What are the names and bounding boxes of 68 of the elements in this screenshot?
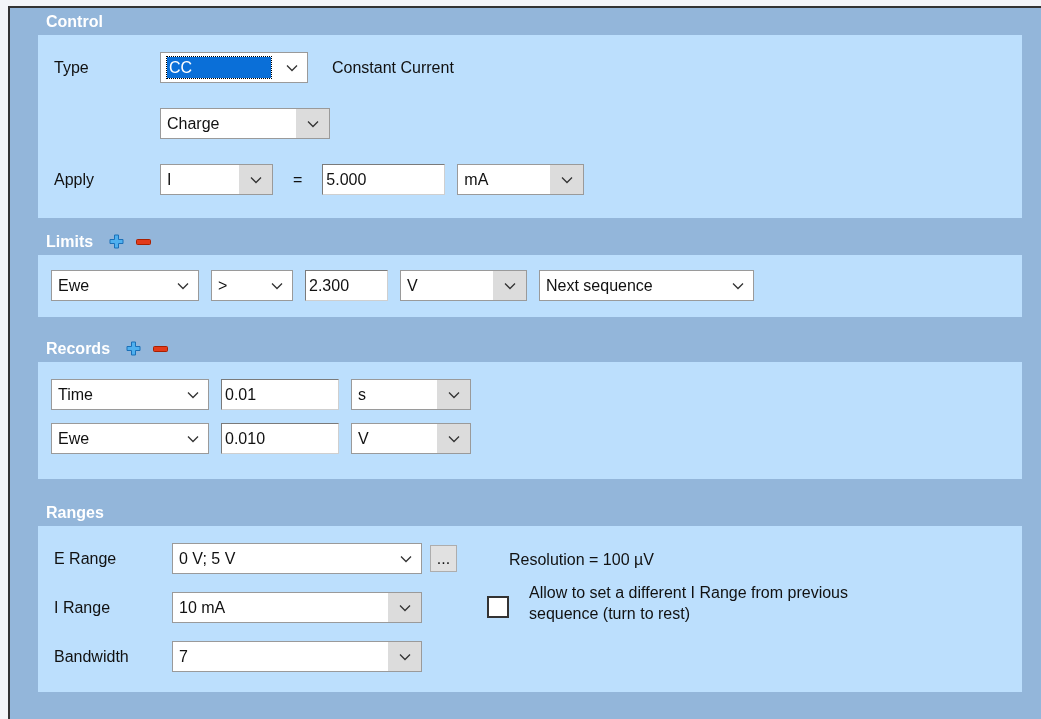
chevron-icon: [187, 390, 199, 399]
dropdown-value: Ewe: [58, 428, 90, 449]
dropdown-value: Charge: [167, 113, 220, 134]
chevron-icon: [187, 434, 199, 443]
dropdown-value: >: [218, 275, 228, 296]
field-label: I Range: [54, 597, 112, 618]
dropdown[interactable]: CC: [160, 52, 308, 83]
chevron-icon: [249, 175, 262, 184]
chevron-icon: [398, 652, 411, 661]
chevron-icon: [447, 434, 460, 443]
dropdown[interactable]: 7: [172, 641, 422, 672]
dropdown-value: s: [358, 384, 366, 405]
field-label: Apply: [54, 170, 95, 188]
browse-button[interactable]: ...: [430, 545, 457, 572]
field-label: Bandwidth: [54, 646, 130, 667]
equals-sign: =: [293, 169, 303, 190]
add-icon[interactable]: [109, 234, 125, 249]
input-field[interactable]: 0.010: [221, 423, 339, 454]
chevron-icon: [560, 175, 573, 184]
chevron-icon: [286, 63, 298, 72]
checkbox[interactable]: [487, 596, 509, 618]
dropdown[interactable]: 0 V; 5 V: [172, 543, 422, 574]
dropdown[interactable]: Charge: [160, 108, 330, 139]
input-field[interactable]: 2.300: [305, 270, 388, 301]
dropdown[interactable]: >: [211, 270, 293, 301]
chevron-icon: [503, 281, 516, 290]
section-title: Control: [46, 11, 103, 32]
section-title: Limits: [46, 231, 94, 252]
dropdown[interactable]: Ewe: [51, 423, 209, 454]
chevron-icon: [447, 390, 460, 399]
dropdown-value: 10 mA: [179, 597, 226, 618]
dropdown-value: 7: [179, 646, 188, 667]
dropdown[interactable]: I: [160, 164, 273, 195]
dropdown[interactable]: Next sequence: [539, 270, 754, 301]
dropdown-value: mA: [464, 169, 489, 190]
chevron-icon: [732, 281, 744, 290]
dropdown[interactable]: mA: [457, 164, 585, 195]
dropdown-value: 0 V; 5 V: [179, 548, 236, 569]
chevron-icon: [400, 554, 412, 563]
chevron-icon: [306, 119, 319, 128]
dropdown[interactable]: 10 mA: [172, 592, 422, 623]
field-label: E Range: [54, 548, 118, 569]
chevron-icon: [398, 603, 411, 612]
remove-icon[interactable]: [153, 345, 169, 352]
dropdown[interactable]: s: [351, 379, 471, 410]
chevron-icon: [271, 281, 283, 290]
chevron-icon: [177, 281, 189, 290]
dropdown-value: Time: [58, 384, 93, 405]
resolution-text: Resolution = 100 µV: [509, 550, 655, 570]
input-field[interactable]: 5.000: [322, 164, 446, 195]
dropdown[interactable]: V: [400, 270, 527, 301]
checkbox-label: Allow to set a different I Range from previous sequence (turn to rest): [529, 583, 849, 624]
remove-icon[interactable]: [136, 238, 152, 245]
section-title: Records: [46, 338, 111, 359]
input-field[interactable]: 0.01: [221, 379, 339, 410]
dropdown-value: CC: [167, 57, 271, 78]
section-title: Ranges: [46, 502, 104, 523]
dropdown[interactable]: V: [351, 423, 471, 454]
field-label: Type: [54, 58, 89, 76]
dropdown-value: I: [167, 169, 172, 190]
mode-description: Constant Current: [332, 57, 454, 78]
dropdown[interactable]: Ewe: [51, 270, 199, 301]
dropdown-value: Next sequence: [546, 275, 653, 296]
add-icon[interactable]: [126, 341, 142, 356]
dropdown-value: V: [407, 275, 418, 296]
dropdown-value: V: [358, 428, 369, 449]
dropdown-value: Ewe: [58, 275, 90, 296]
dropdown[interactable]: Time: [51, 379, 209, 410]
